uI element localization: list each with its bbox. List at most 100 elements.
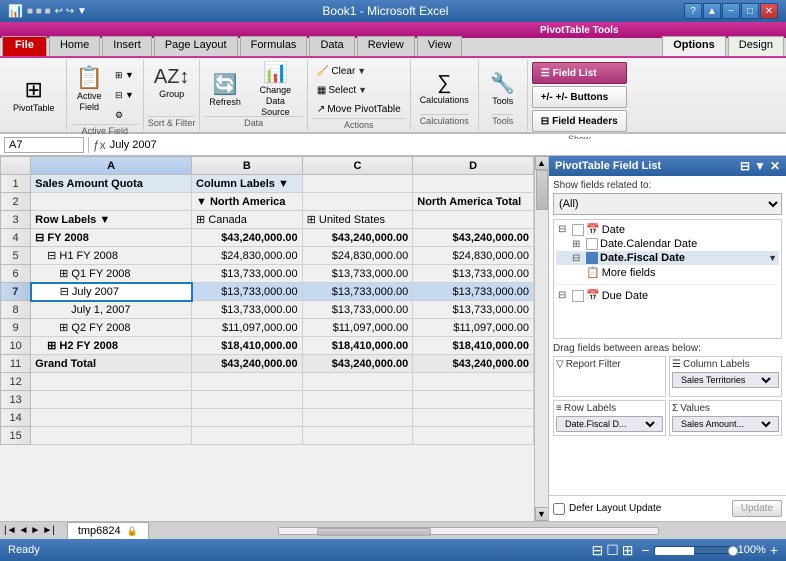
- cell-d5[interactable]: $24,830,000.00: [413, 247, 534, 265]
- cell-d6[interactable]: $13,733,000.00: [413, 265, 534, 283]
- cell-c9[interactable]: $11,097,000.00: [302, 319, 413, 337]
- name-box[interactable]: [4, 137, 84, 153]
- cell-b10[interactable]: $18,410,000.00: [192, 337, 303, 355]
- zoom-in-button[interactable]: +: [770, 543, 778, 557]
- normal-view-icon[interactable]: ⊟: [591, 542, 603, 559]
- field-list-button[interactable]: ☰ Field List: [532, 62, 627, 84]
- due-date-checkbox[interactable]: [572, 290, 584, 302]
- cell-d8[interactable]: $13,733,000.00: [413, 301, 534, 319]
- cell-d2[interactable]: North America Total: [413, 193, 534, 211]
- pivot-panel-arrange-icon[interactable]: ⊟: [740, 159, 750, 173]
- maximize-button[interactable]: □: [741, 3, 759, 19]
- cell-d9[interactable]: $11,097,000.00: [413, 319, 534, 337]
- row-header-5[interactable]: 5: [1, 247, 31, 265]
- cell-b8[interactable]: $13,733,000.00: [192, 301, 303, 319]
- scroll-up-button[interactable]: ▲: [535, 156, 549, 170]
- h-scroll-track[interactable]: [278, 527, 659, 535]
- field-item-calendar-date[interactable]: ⊞ Date.Calendar Date: [556, 237, 779, 251]
- cell-c4[interactable]: $43,240,000.00: [302, 229, 413, 247]
- values-field-select[interactable]: Sales Amount...: [677, 418, 774, 430]
- pivot-table-button[interactable]: ⊞ PivotTable: [8, 69, 60, 121]
- tab-insert[interactable]: Insert: [102, 36, 152, 56]
- row-header-10[interactable]: 10: [1, 337, 31, 355]
- cell-d12[interactable]: [413, 373, 534, 391]
- row-header-15[interactable]: 15: [1, 427, 31, 445]
- zoom-slider[interactable]: [654, 546, 734, 554]
- h-scroll-area[interactable]: [151, 522, 786, 539]
- move-pivot-table-button[interactable]: ↗ Move PivotTable: [312, 100, 406, 118]
- calculations-button[interactable]: ∑ Calculations: [415, 62, 474, 114]
- cell-c13[interactable]: [302, 391, 413, 409]
- cell-b11[interactable]: $43,240,000.00: [192, 355, 303, 373]
- cell-c14[interactable]: [302, 409, 413, 427]
- cell-b3[interactable]: ⊞ Canada: [192, 211, 303, 229]
- function-button[interactable]: ƒx: [93, 138, 106, 152]
- tab-home[interactable]: Home: [49, 36, 100, 56]
- cell-b7[interactable]: $13,733,000.00: [192, 283, 303, 301]
- cell-a9[interactable]: ⊞ Q2 FY 2008: [31, 319, 192, 337]
- ribbon-toggle-button[interactable]: ▲: [703, 3, 721, 19]
- cell-d15[interactable]: [413, 427, 534, 445]
- cell-d11[interactable]: $43,240,000.00: [413, 355, 534, 373]
- column-labels-field-sales-territories[interactable]: Sales Territories: [672, 372, 779, 388]
- cell-a4[interactable]: ⊟ FY 2008: [31, 229, 192, 247]
- cell-b12[interactable]: [192, 373, 303, 391]
- field-settings-button[interactable]: ⚙: [110, 106, 139, 124]
- cell-b1[interactable]: Column Labels ▼: [192, 175, 303, 193]
- cell-a11[interactable]: Grand Total: [31, 355, 192, 373]
- sheet-tab-tmp6824[interactable]: tmp6824 🔒: [67, 522, 149, 539]
- field-item-due-date[interactable]: ⊟ 📅 Due Date: [556, 284, 779, 303]
- group-button[interactable]: AZ↕ Group: [150, 64, 194, 101]
- cell-b9[interactable]: $11,097,000.00: [192, 319, 303, 337]
- field-item-date[interactable]: ⊟ 📅 Date: [556, 222, 779, 237]
- cell-b2[interactable]: ▼ North America: [192, 193, 303, 211]
- cell-a14[interactable]: [31, 409, 192, 427]
- cell-c15[interactable]: [302, 427, 413, 445]
- cell-b6[interactable]: $13,733,000.00: [192, 265, 303, 283]
- active-field-button[interactable]: 📋 ActiveField: [71, 62, 108, 116]
- cell-c7[interactable]: $13,733,000.00: [302, 283, 413, 301]
- update-button[interactable]: Update: [732, 500, 782, 517]
- row-header-6[interactable]: 6: [1, 265, 31, 283]
- cell-a1[interactable]: Sales Amount Quota: [31, 175, 192, 193]
- close-button[interactable]: ✕: [760, 3, 778, 19]
- cell-a13[interactable]: [31, 391, 192, 409]
- cell-c10[interactable]: $18,410,000.00: [302, 337, 413, 355]
- next-sheet-button[interactable]: ►: [30, 525, 40, 536]
- prev-sheet-button[interactable]: ◄: [19, 525, 29, 536]
- refresh-button[interactable]: 🔄 Refresh: [204, 63, 246, 115]
- row-labels-field-fiscal[interactable]: Date.Fiscal D...: [556, 416, 663, 432]
- cell-c6[interactable]: $13,733,000.00: [302, 265, 413, 283]
- tab-design[interactable]: Design: [728, 36, 784, 56]
- cell-a7[interactable]: ⊟ July 2007: [31, 283, 192, 301]
- help-button[interactable]: ?: [684, 3, 702, 19]
- formula-input[interactable]: [110, 139, 782, 151]
- row-header-2[interactable]: 2: [1, 193, 31, 211]
- fiscal-date-checkbox[interactable]: [586, 252, 598, 264]
- cell-d1[interactable]: [413, 175, 534, 193]
- pivot-panel-close-icon[interactable]: ✕: [770, 159, 780, 173]
- zoom-slider-thumb[interactable]: [728, 546, 738, 556]
- cell-c11[interactable]: $43,240,000.00: [302, 355, 413, 373]
- cell-a3[interactable]: Row Labels ▼: [31, 211, 192, 229]
- row-header-3[interactable]: 3: [1, 211, 31, 229]
- column-labels-field-select[interactable]: Sales Territories: [677, 374, 774, 386]
- col-header-d[interactable]: D: [413, 157, 534, 175]
- col-header-c[interactable]: C: [302, 157, 413, 175]
- cell-d10[interactable]: $18,410,000.00: [413, 337, 534, 355]
- quick-access-toolbar[interactable]: ↩ ↪ ▼: [55, 6, 87, 17]
- row-header-4[interactable]: 4: [1, 229, 31, 247]
- collapse-field-button[interactable]: ⊟ ▼: [110, 86, 139, 104]
- cell-c5[interactable]: $24,830,000.00: [302, 247, 413, 265]
- related-fields-select[interactable]: (All): [553, 193, 782, 215]
- defer-layout-checkbox[interactable]: [553, 503, 565, 515]
- tab-data[interactable]: Data: [309, 36, 354, 56]
- scroll-thumb[interactable]: [536, 170, 548, 210]
- col-header-a[interactable]: A: [31, 157, 192, 175]
- row-header-9[interactable]: 9: [1, 319, 31, 337]
- calendar-date-checkbox[interactable]: [586, 238, 598, 250]
- cell-c8[interactable]: $13,733,000.00: [302, 301, 413, 319]
- scroll-down-button[interactable]: ▼: [535, 507, 549, 521]
- cell-b15[interactable]: [192, 427, 303, 445]
- cell-b14[interactable]: [192, 409, 303, 427]
